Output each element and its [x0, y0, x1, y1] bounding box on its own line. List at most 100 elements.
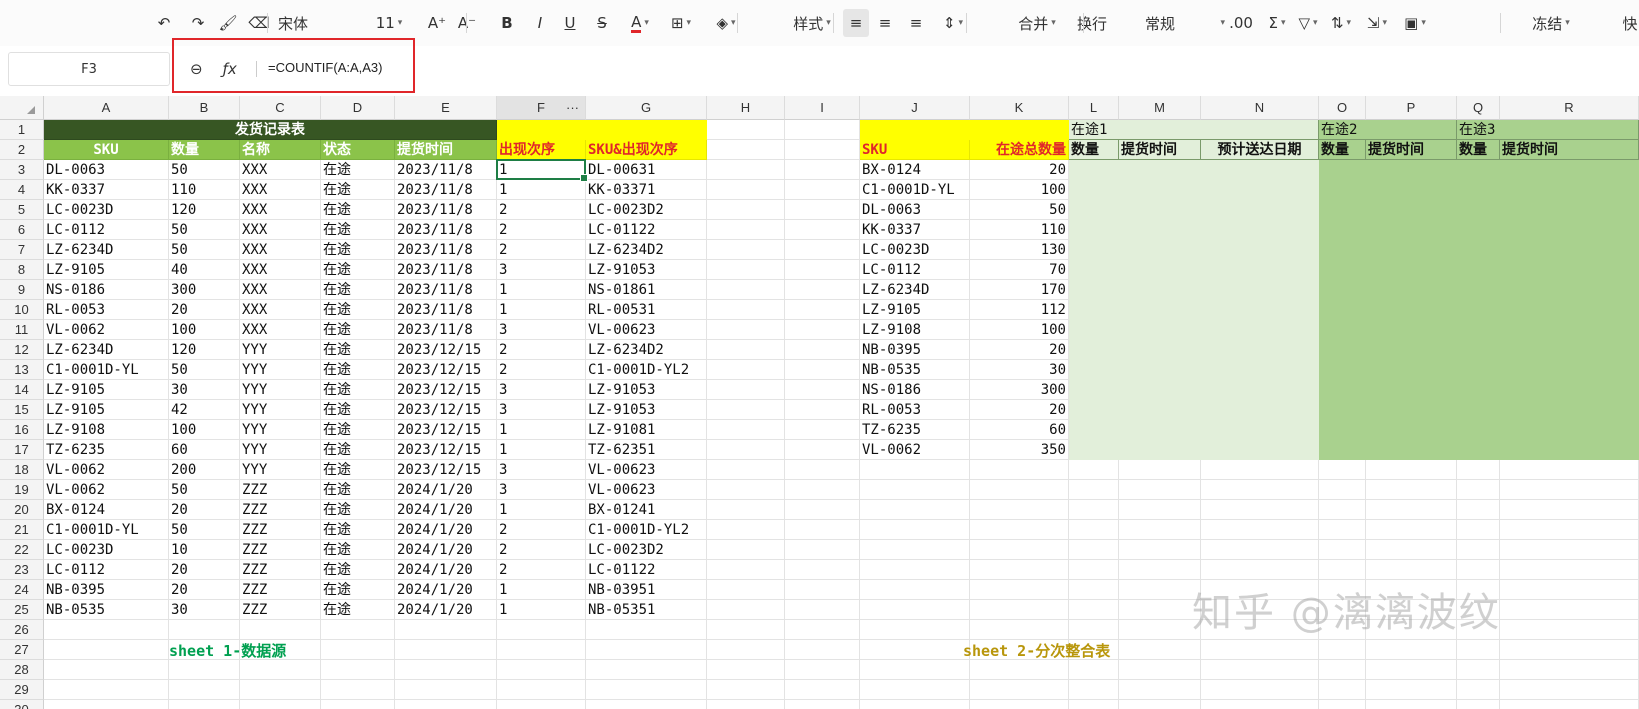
- sheet2-sku[interactable]: LC-0112: [860, 260, 970, 280]
- font-grow-icon[interactable]: A⁺: [425, 9, 449, 37]
- sheet2-empty-cell[interactable]: [1457, 400, 1500, 420]
- sheet1-cell[interactable]: 2023/12/15: [395, 380, 497, 400]
- sheet1-cell[interactable]: 1: [497, 160, 586, 180]
- sheet1-cell[interactable]: 2024/1/20: [395, 520, 497, 540]
- sheet1-cell[interactable]: LZ-9105: [44, 260, 169, 280]
- sheet1-cell[interactable]: LC-0112: [44, 220, 169, 240]
- sheet2-empty-cell[interactable]: [1201, 300, 1319, 320]
- border-icon[interactable]: ⊞ ▾: [663, 9, 699, 37]
- sheet2-empty-cell[interactable]: [1069, 180, 1119, 200]
- sheet2-empty-cell[interactable]: [1069, 340, 1119, 360]
- sheet1-cell[interactable]: XXX: [240, 260, 321, 280]
- sheet2-empty-cell[interactable]: [1457, 440, 1500, 460]
- sheet2-empty-cell[interactable]: [1319, 280, 1366, 300]
- sheet2-empty-cell[interactable]: [1319, 400, 1366, 420]
- sheet2-empty-cell[interactable]: [1119, 240, 1201, 260]
- sheet1-cell[interactable]: 1: [497, 600, 586, 620]
- sheet2-empty-cell[interactable]: [1500, 240, 1639, 260]
- sheet2-sub-header[interactable]: 数量: [1319, 140, 1366, 160]
- row-header-11[interactable]: 11: [0, 320, 44, 340]
- sheet2-empty-cell[interactable]: [1500, 320, 1639, 340]
- sheet2-sub-header[interactable]: 数量: [1069, 140, 1119, 160]
- sheet1-cell[interactable]: 20: [169, 500, 240, 520]
- sheet2-empty-cell[interactable]: [1457, 220, 1500, 240]
- sheet1-cell[interactable]: 100: [169, 320, 240, 340]
- sheet1-cell[interactable]: 在途: [321, 320, 395, 340]
- sheet1-cell[interactable]: NS-0186: [44, 280, 169, 300]
- column-header-n[interactable]: N: [1201, 96, 1319, 120]
- sheet2-empty-cell[interactable]: [1119, 360, 1201, 380]
- sheet1-cell[interactable]: 50: [169, 360, 240, 380]
- sheet2-empty-cell[interactable]: [1201, 440, 1319, 460]
- sheet1-cell[interactable]: ZZZ: [240, 580, 321, 600]
- sheet1-cell[interactable]: 2023/11/8: [395, 220, 497, 240]
- sort-icon[interactable]: ⇅ ▾: [1323, 9, 1359, 37]
- column-header-g[interactable]: G: [586, 96, 707, 120]
- sheet1-header[interactable]: 名称: [240, 140, 321, 160]
- sheet2-empty-cell[interactable]: [1457, 180, 1500, 200]
- sheet2-empty-cell[interactable]: [1500, 400, 1639, 420]
- sheet1-cell[interactable]: 2023/12/15: [395, 460, 497, 480]
- sheet1-cell[interactable]: 2023/12/15: [395, 420, 497, 440]
- sheet1-cell[interactable]: 2024/1/20: [395, 600, 497, 620]
- sheet2-empty-cell[interactable]: [1319, 380, 1366, 400]
- sheet1-cell[interactable]: 20: [169, 580, 240, 600]
- sheet2-empty-cell[interactable]: [1500, 360, 1639, 380]
- decimal-icon[interactable]: .00: [1226, 9, 1256, 37]
- sheet1-cell[interactable]: 2: [497, 520, 586, 540]
- row-header-10[interactable]: 10: [0, 300, 44, 320]
- sheet2-total[interactable]: 70: [970, 260, 1069, 280]
- sheet2-empty-cell[interactable]: [1500, 260, 1639, 280]
- sheet2-empty-cell[interactable]: [1500, 200, 1639, 220]
- row-header-30[interactable]: 30: [0, 700, 44, 709]
- sheet2-empty-cell[interactable]: [1069, 400, 1119, 420]
- sheet2-total[interactable]: 30: [970, 360, 1069, 380]
- sheet2-sub-header[interactable]: 预计送达日期: [1201, 140, 1319, 160]
- sheet2-total[interactable]: 110: [970, 220, 1069, 240]
- sheet1-cell[interactable]: 40: [169, 260, 240, 280]
- sheet2-empty-cell[interactable]: [1366, 240, 1457, 260]
- sheet1-cell[interactable]: VL-0062: [44, 480, 169, 500]
- sheet1-cell[interactable]: 120: [169, 200, 240, 220]
- sheet1-cell[interactable]: XXX: [240, 240, 321, 260]
- sheet2-empty-cell[interactable]: [1201, 380, 1319, 400]
- column-header-h[interactable]: H: [707, 96, 785, 120]
- format-painter-icon[interactable]: 🖌: [216, 9, 240, 37]
- sheet1-cell[interactable]: DL-0063: [44, 160, 169, 180]
- sheet2-empty-cell[interactable]: [1201, 340, 1319, 360]
- sheet1-cell[interactable]: 在途: [321, 260, 395, 280]
- sheet2-empty-cell[interactable]: [1069, 360, 1119, 380]
- sheet2-empty-cell[interactable]: [1119, 200, 1201, 220]
- sheet1-cell[interactable]: 在途: [321, 380, 395, 400]
- sheet2-empty-cell[interactable]: [1500, 440, 1639, 460]
- more-icon[interactable]: ···: [566, 100, 579, 115]
- sheet1-cell[interactable]: 在途: [321, 540, 395, 560]
- freeze-button[interactable]: 冻结 ▾: [1514, 9, 1588, 37]
- sheet1-cell[interactable]: 2023/12/15: [395, 440, 497, 460]
- sheet1-cell[interactable]: 在途: [321, 440, 395, 460]
- row-header-8[interactable]: 8: [0, 260, 44, 280]
- sheet2-empty-cell[interactable]: [1366, 420, 1457, 440]
- row-header-17[interactable]: 17: [0, 440, 44, 460]
- sheet1-cell[interactable]: 2: [497, 540, 586, 560]
- sheet1-cell[interactable]: 2023/12/15: [395, 360, 497, 380]
- sheet1-cell[interactable]: 2023/11/8: [395, 240, 497, 260]
- sheet2-empty-cell[interactable]: [1319, 440, 1366, 460]
- sheet1-header[interactable]: 数量: [169, 140, 240, 160]
- header-fill[interactable]: [970, 120, 1069, 140]
- sheet1-cell[interactable]: XXX: [240, 200, 321, 220]
- sheet1-cell[interactable]: 2023/12/15: [395, 400, 497, 420]
- sheet1-cell[interactable]: 2: [497, 560, 586, 580]
- sheet1-cell[interactable]: YYY: [240, 420, 321, 440]
- column-header-b[interactable]: B: [169, 96, 240, 120]
- sheet1-cell[interactable]: ZZZ: [240, 520, 321, 540]
- redo-icon[interactable]: ↷: [186, 9, 210, 37]
- sheet1-cell[interactable]: 3: [497, 380, 586, 400]
- sheet2-empty-cell[interactable]: [1319, 160, 1366, 180]
- sheet1-cell[interactable]: 3: [497, 320, 586, 340]
- sheet2-empty-cell[interactable]: [1457, 380, 1500, 400]
- sheet1-cell[interactable]: 1: [497, 440, 586, 460]
- header-fill[interactable]: [586, 120, 707, 140]
- sheet1-cell[interactable]: ZZZ: [240, 600, 321, 620]
- row-header-1[interactable]: 1: [0, 120, 44, 140]
